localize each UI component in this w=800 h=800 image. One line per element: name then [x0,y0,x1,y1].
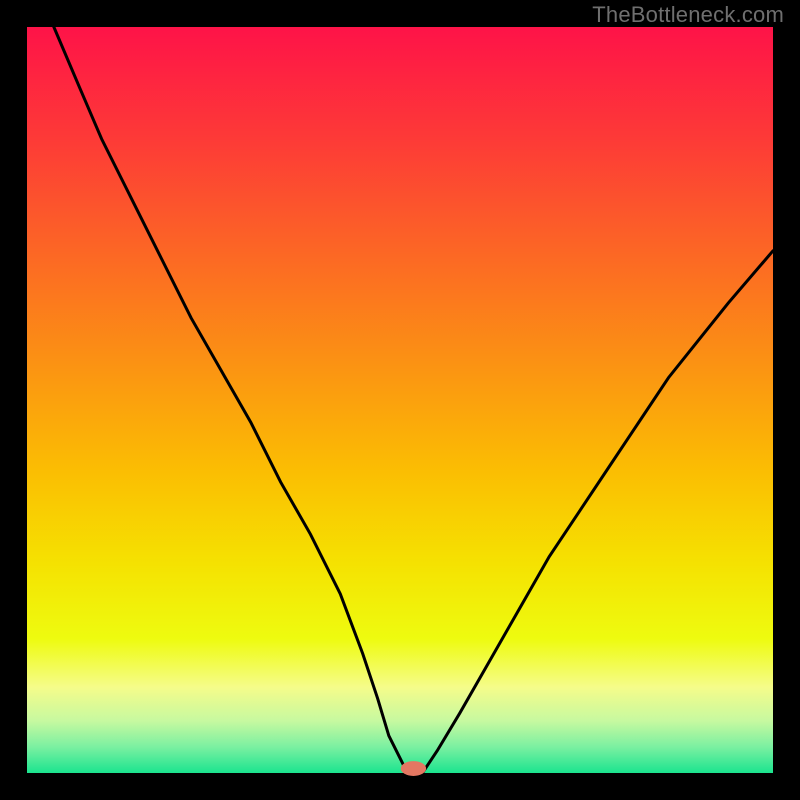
watermark-text: TheBottleneck.com [592,2,784,28]
gradient-background [27,27,773,773]
outer-frame: TheBottleneck.com [0,0,800,800]
bottleneck-chart [0,0,800,800]
optimal-point-marker [401,761,426,776]
